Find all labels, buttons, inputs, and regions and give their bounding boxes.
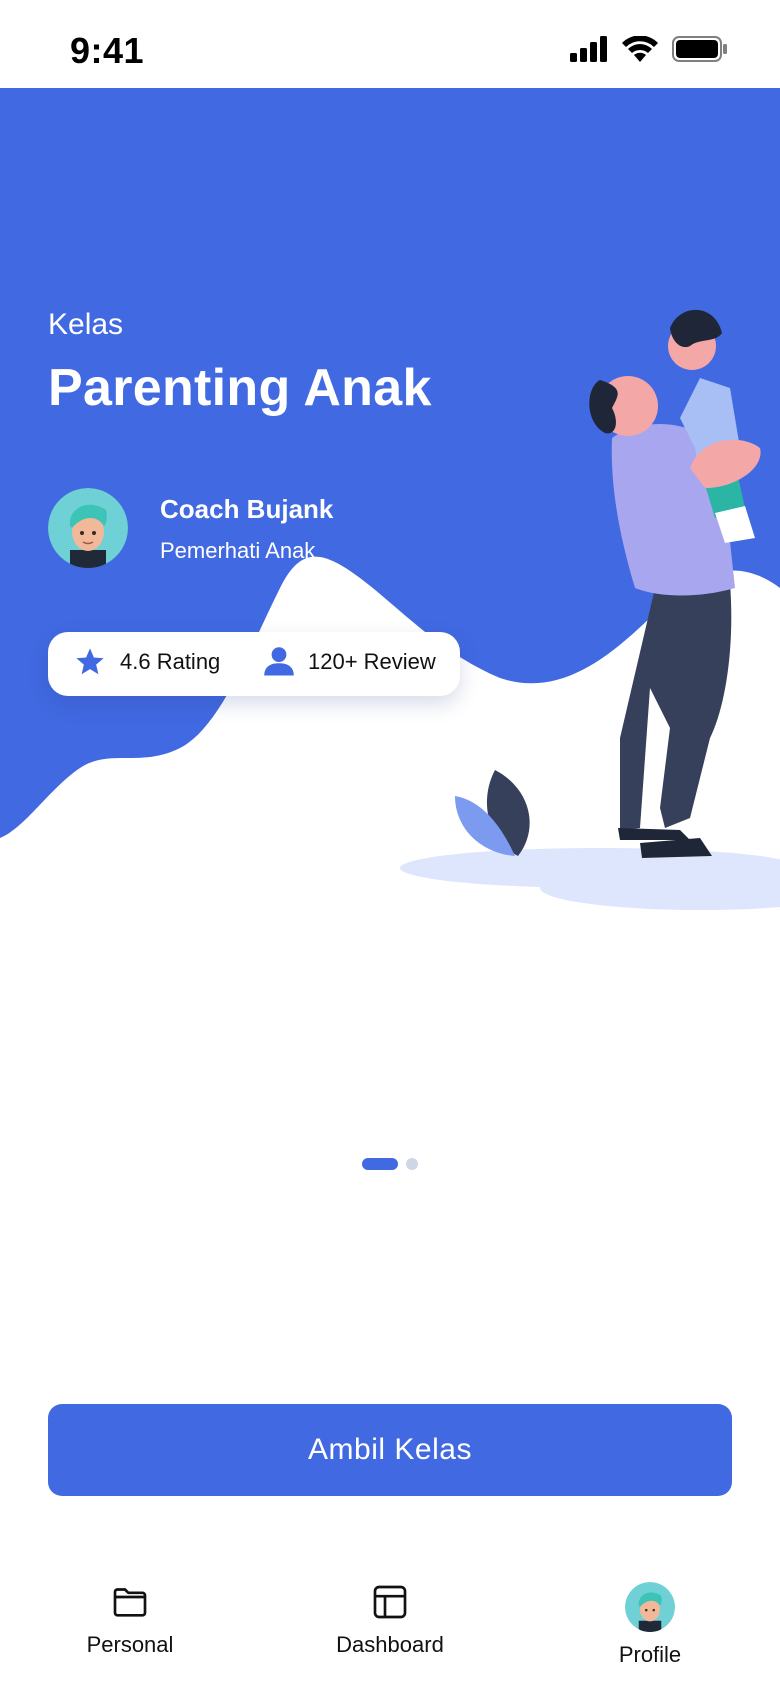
coach-name: Coach Bujank: [160, 494, 334, 524]
status-time: 9:41: [70, 30, 145, 71]
user-icon: [264, 647, 294, 676]
coach-role: Pemerhati Anak: [160, 538, 316, 563]
avatar: [625, 1582, 675, 1632]
hero-title: Parenting Anak: [48, 359, 432, 417]
battery-icon: [672, 36, 727, 62]
page-dot-active[interactable]: [362, 1158, 398, 1170]
hero-subtitle: Kelas: [48, 308, 124, 341]
page-dot[interactable]: [406, 1158, 418, 1170]
nav-item-dashboard[interactable]: Dashboard: [310, 1582, 470, 1658]
stats-card: 4.6 Rating 120+ Review: [48, 632, 460, 696]
dashboard-icon: [373, 1585, 407, 1619]
review-text: 120+ Review: [308, 649, 436, 674]
page-indicator[interactable]: [362, 1158, 418, 1170]
nav-item-personal[interactable]: Personal: [50, 1582, 210, 1658]
status-bar: 9:41: [0, 0, 780, 88]
hero-section: Kelas Parenting Anak Coach Bujank Pemerh…: [0, 88, 780, 928]
status-icons: [570, 36, 728, 62]
wifi-icon: [622, 36, 658, 62]
rating-stat: 4.6 Rating: [74, 646, 220, 678]
ambil-kelas-button[interactable]: Ambil Kelas: [48, 1404, 732, 1496]
nav-item-profile[interactable]: Profile: [570, 1582, 730, 1668]
nav-label-profile: Profile: [618, 1642, 682, 1667]
coach-avatar: [48, 488, 128, 568]
review-stat: 120+ Review: [264, 646, 436, 678]
nav-label-dashboard: Dashboard: [336, 1632, 444, 1657]
folder-icon: [113, 1588, 147, 1617]
star-icon: [76, 648, 104, 675]
rating-text: 4.6 Rating: [120, 649, 221, 674]
signal-icon: [570, 36, 607, 62]
nav-label-personal: Personal: [86, 1632, 174, 1657]
bottom-nav: Personal Dashboard Profile: [0, 1570, 780, 1688]
